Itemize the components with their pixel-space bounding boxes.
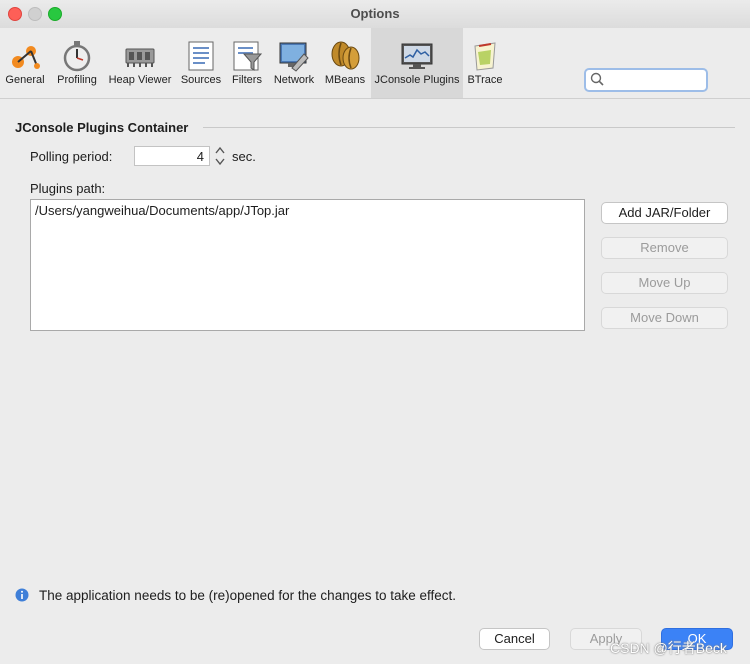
polling-period-label: Polling period:: [30, 149, 113, 164]
search-field[interactable]: [584, 68, 708, 92]
tab-btrace[interactable]: BTrace: [465, 28, 505, 98]
polling-period-value: 4: [196, 149, 204, 164]
tab-filters[interactable]: Filters: [226, 28, 268, 98]
tab-heap-viewer[interactable]: Heap Viewer: [104, 28, 176, 98]
network-wrench-icon: [279, 42, 309, 72]
title-bar: Options: [0, 0, 750, 28]
polling-period-field[interactable]: 4: [134, 146, 210, 166]
add-jar-folder-button[interactable]: Add JAR/Folder: [601, 202, 728, 224]
coffee-beans-icon: [331, 41, 360, 70]
info-icon: [15, 588, 29, 602]
section-title: JConsole Plugins Container: [15, 120, 189, 135]
search-input[interactable]: [606, 71, 700, 87]
tab-label: JConsole Plugins: [374, 74, 460, 86]
move-up-button[interactable]: Move Up: [601, 272, 728, 294]
btrace-icon: [474, 42, 496, 71]
general-icon: [12, 46, 40, 69]
tab-profiling[interactable]: Profiling: [52, 28, 102, 98]
search-icon: [590, 72, 604, 86]
document-list-icon: [188, 41, 214, 71]
memory-chip-icon: [125, 48, 155, 67]
jconsole-monitor-icon: [401, 43, 433, 69]
restart-notice: The application needs to be (re)opened f…: [39, 588, 457, 603]
funnel-icon: [233, 41, 263, 71]
cancel-button[interactable]: Cancel: [479, 628, 550, 650]
list-item[interactable]: /Users/yangweihua/Documents/app/JTop.jar: [35, 203, 289, 218]
tab-general[interactable]: General: [0, 28, 50, 98]
polling-period-stepper[interactable]: [213, 144, 227, 168]
move-down-button[interactable]: Move Down: [601, 307, 728, 329]
tab-jconsole-plugins[interactable]: JConsole Plugins: [371, 28, 463, 98]
options-window: Options General Profiling Heap Viewer So…: [0, 0, 750, 664]
tab-label: Sources: [180, 74, 222, 86]
tab-label: MBeans: [324, 74, 366, 86]
tab-label: Heap Viewer: [108, 74, 172, 86]
tab-network[interactable]: Network: [271, 28, 317, 98]
plugins-path-label: Plugins path:: [30, 181, 106, 196]
tab-label: BTrace: [467, 74, 503, 86]
stopwatch-icon: [63, 41, 91, 72]
tab-label: Profiling: [57, 74, 97, 86]
polling-unit-label: sec.: [232, 149, 256, 164]
tab-sources[interactable]: Sources: [179, 28, 223, 98]
tab-label: General: [5, 74, 45, 86]
section-divider: [203, 127, 735, 128]
plugins-path-list[interactable]: /Users/yangweihua/Documents/app/JTop.jar: [30, 199, 585, 331]
window-title: Options: [350, 6, 400, 21]
tab-mbeans[interactable]: MBeans: [320, 28, 370, 98]
tab-label: Filters: [232, 74, 262, 86]
options-toolbar: General Profiling Heap Viewer Sources Fi…: [0, 28, 750, 99]
tab-label: Network: [273, 74, 315, 86]
remove-button[interactable]: Remove: [601, 237, 728, 259]
csdn-watermark: CSDN @行者Beck: [610, 640, 727, 656]
